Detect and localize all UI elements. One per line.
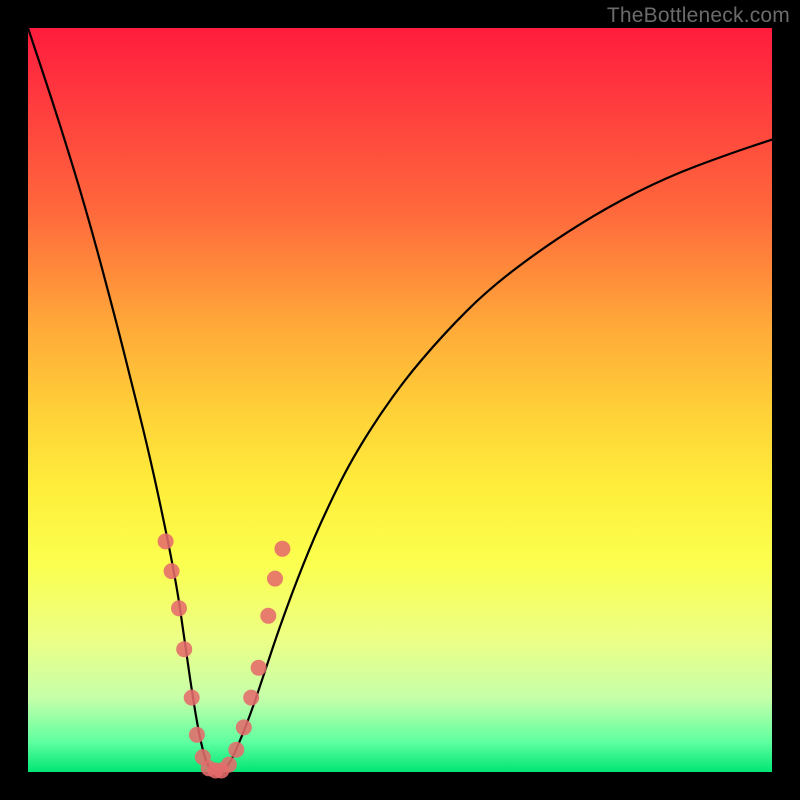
- marker-dot: [260, 608, 276, 624]
- marker-dot: [164, 563, 180, 579]
- marker-dot: [184, 690, 200, 706]
- chart-frame: TheBottleneck.com: [0, 0, 800, 800]
- marker-dot: [267, 571, 283, 587]
- marker-dot: [176, 641, 192, 657]
- marker-dot: [236, 719, 252, 735]
- chart-svg: [28, 28, 772, 772]
- marker-dot: [221, 757, 237, 773]
- marker-dot: [189, 727, 205, 743]
- marker-dot: [158, 533, 174, 549]
- marker-dot: [228, 742, 244, 758]
- bottleneck-curve: [28, 28, 772, 772]
- marker-dot: [171, 600, 187, 616]
- marker-dot: [243, 690, 259, 706]
- watermark-text: TheBottleneck.com: [607, 4, 790, 28]
- marker-dot: [251, 660, 267, 676]
- marker-dot: [274, 541, 290, 557]
